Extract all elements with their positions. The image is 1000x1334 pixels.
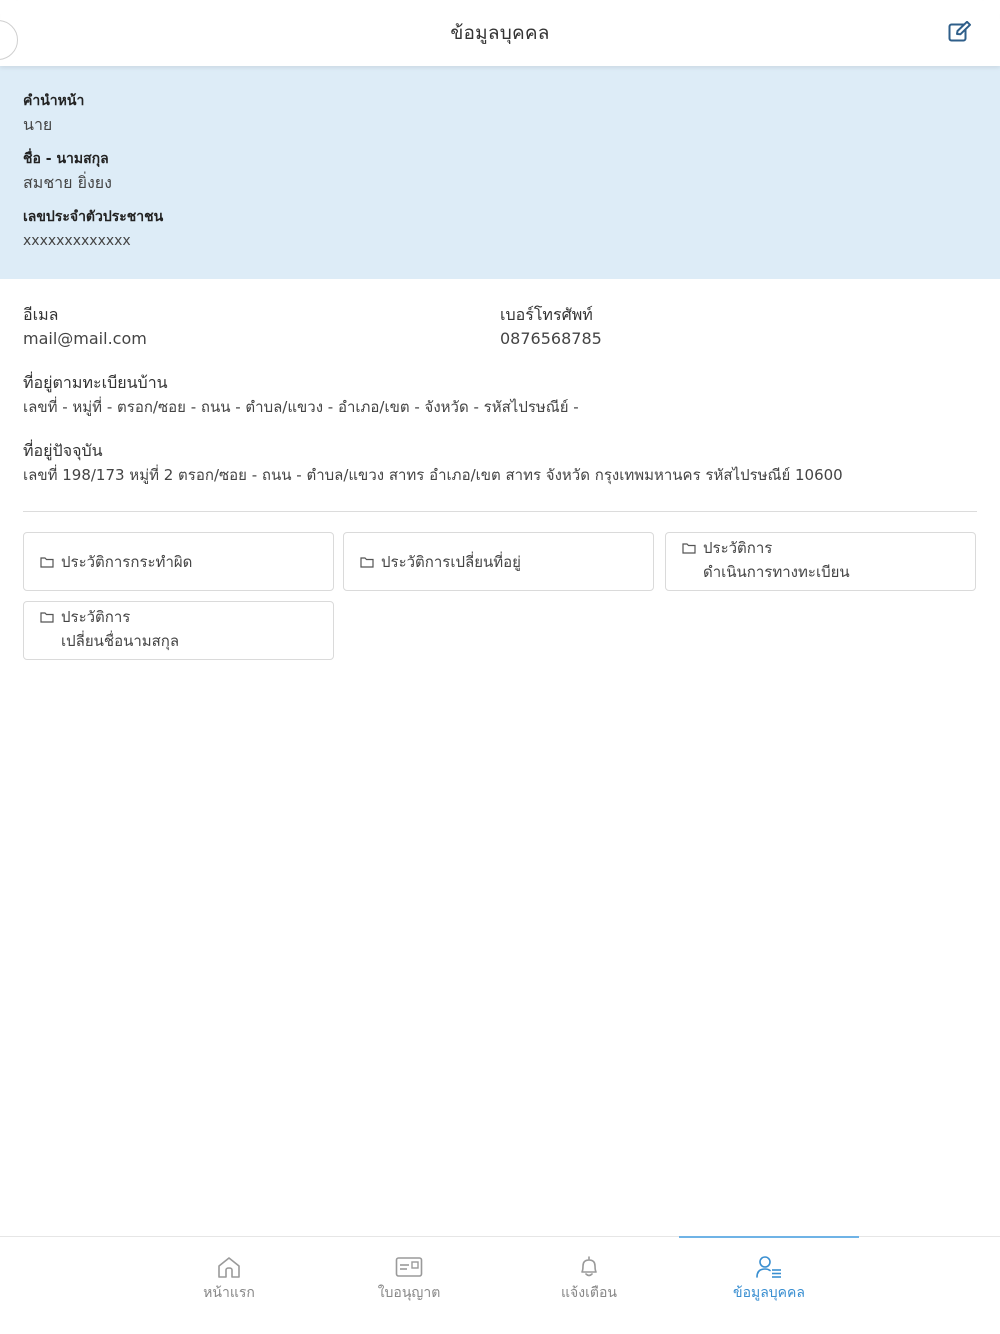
offense-history-label: ประวัติการกระทำผิด — [61, 552, 193, 571]
folder-icon — [682, 543, 696, 554]
license-card-icon — [395, 1257, 423, 1277]
email-label: อีเมล — [23, 305, 59, 324]
name-field: ชื่อ - นามสกุล สมชาย ยิ่งยง — [23, 150, 977, 194]
nav-label-license: ใบอนุญาต — [377, 1285, 441, 1301]
email-field: อีเมล mail@mail.com — [23, 304, 500, 350]
phone-label: เบอร์โทรศัพท์ — [500, 305, 593, 324]
bell-icon — [581, 1256, 597, 1277]
home-icon-wrap — [215, 1254, 243, 1280]
profile-summary: คำนำหน้า นาย ชื่อ - นามสกุล สมชาย ยิ่งยง… — [0, 66, 1000, 279]
current-address-label: ที่อยู่ปัจจุบัน — [23, 441, 103, 460]
top-bar: ข้อมูลบุคคล — [0, 0, 1000, 66]
name-change-history-label-line2: เปลี่ยนชื่อนามสกุล — [61, 632, 180, 650]
nav-item-license[interactable]: ใบอนุญาต — [319, 1237, 499, 1334]
user-profile-icon — [756, 1256, 781, 1278]
prefix-label: คำนำหน้า — [23, 93, 85, 109]
registration-history-label-line2: ดำเนินการทางทะเบียน — [703, 563, 850, 581]
folder-icon — [40, 612, 54, 623]
nav-item-notifications[interactable]: แจ้งเตือน — [499, 1237, 679, 1334]
prefix-value: นาย — [23, 115, 53, 134]
registration-history-label: ประวัติการ ดำเนินการทางทะเบียน — [703, 536, 850, 584]
registered-address-label: ที่อยู่ตามทะเบียนบ้าน — [23, 373, 168, 392]
current-address-field: ที่อยู่ปัจจุบัน เลขที่ 198/173 หมู่ที่ 2… — [23, 440, 977, 486]
bottom-navigation: หน้าแรก ใบอนุญาต แจ้งเตือน ข้อมูลบุคคล — [0, 1236, 1000, 1334]
name-change-history-label: ประวัติการ เปลี่ยนชื่อนามสกุล — [61, 605, 179, 653]
address-change-history-button[interactable]: ประวัติการเปลี่ยนที่อยู่ — [343, 532, 654, 591]
back-button[interactable] — [0, 20, 18, 60]
user-profile-icon-wrap — [755, 1254, 783, 1280]
bell-icon-wrap — [575, 1254, 603, 1280]
nav-label-home: หน้าแรก — [203, 1285, 255, 1301]
contact-section: อีเมล mail@mail.com เบอร์โทรศัพท์ 087656… — [23, 304, 977, 486]
address-change-history-label: ประวัติการเปลี่ยนที่อยู่ — [381, 552, 521, 571]
registered-address-field: ที่อยู่ตามทะเบียนบ้าน เลขที่ - หมู่ที่ -… — [23, 372, 977, 418]
registration-history-label-line1: ประวัติการ — [703, 539, 773, 557]
folder-icon — [40, 556, 54, 568]
name-label: ชื่อ - นามสกุล — [23, 151, 109, 167]
personal-info-screen: ข้อมูลบุคคล คำนำหน้า นาย ชื่อ - นามสกุล … — [0, 0, 1000, 1334]
edit-icon — [948, 21, 971, 42]
phone-field: เบอร์โทรศัพท์ 0876568785 — [500, 304, 977, 350]
page-title: ข้อมูลบุคคล — [450, 22, 550, 44]
nav-item-profile[interactable]: ข้อมูลบุคคล — [679, 1236, 859, 1334]
name-change-history-label-line1: ประวัติการ — [61, 608, 131, 626]
citizen-id-label: เลขประจำตัวประชาชน — [23, 209, 164, 225]
nav-label-notifications: แจ้งเตือน — [561, 1285, 617, 1301]
registration-history-button[interactable]: ประวัติการ ดำเนินการทางทะเบียน — [665, 532, 976, 591]
name-change-history-button[interactable]: ประวัติการ เปลี่ยนชื่อนามสกุล — [23, 601, 334, 660]
nav-label-profile: ข้อมูลบุคคล — [733, 1285, 805, 1301]
citizen-id-value: xxxxxxxxxxxxx — [23, 233, 131, 249]
citizen-id-field: เลขประจำตัวประชาชน xxxxxxxxxxxxx — [23, 208, 977, 252]
offense-history-button[interactable]: ประวัติการกระทำผิด — [23, 532, 334, 591]
home-icon — [218, 1257, 240, 1278]
edit-button[interactable] — [946, 18, 974, 46]
folder-icon — [360, 556, 374, 568]
phone-value: 0876568785 — [500, 329, 602, 348]
registered-address-value: เลขที่ - หมู่ที่ - ตรอก/ซอย - ถนน - ตำบล… — [23, 398, 579, 416]
name-value: สมชาย ยิ่งยง — [23, 173, 112, 192]
email-value: mail@mail.com — [23, 329, 147, 348]
prefix-field: คำนำหน้า นาย — [23, 92, 977, 136]
current-address-value: เลขที่ 198/173 หมู่ที่ 2 ตรอก/ซอย - ถนน … — [23, 466, 843, 484]
section-divider — [23, 511, 977, 512]
nav-item-home[interactable]: หน้าแรก — [139, 1237, 319, 1334]
license-card-icon-wrap — [395, 1254, 423, 1280]
